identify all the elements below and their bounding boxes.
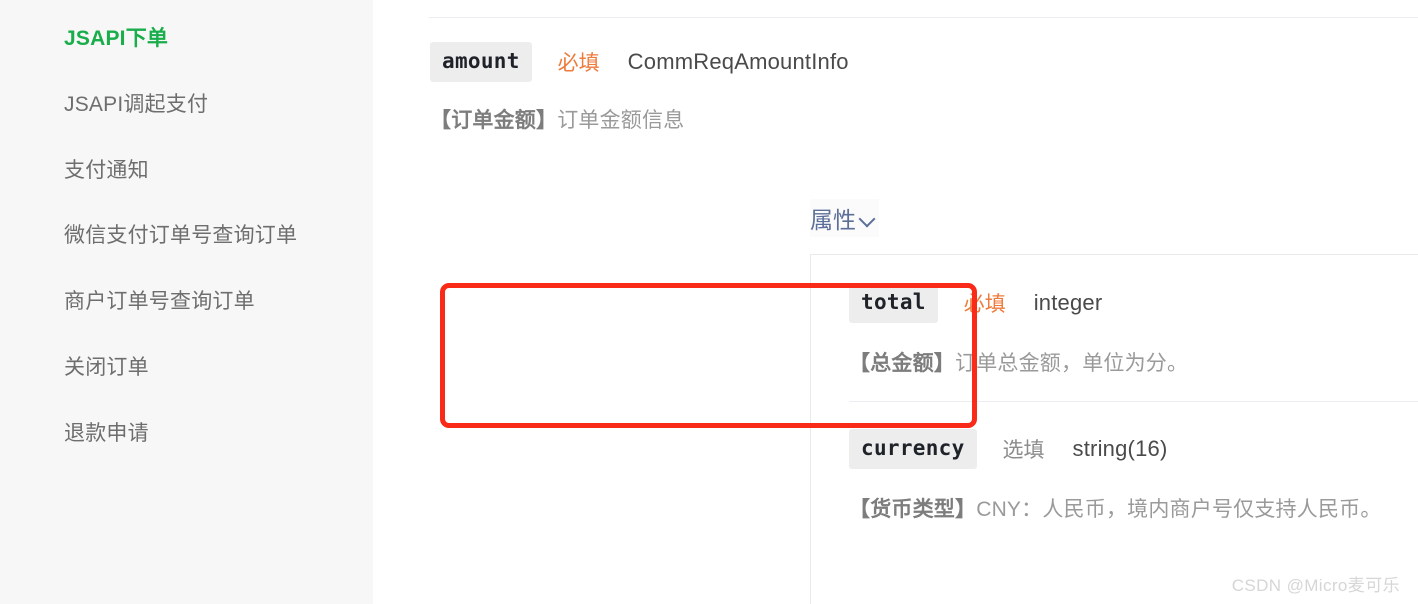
attribute-currency-desc-text: CNY：人民币，境内商户号仅支持人民币。 bbox=[976, 498, 1382, 521]
attribute-total-description: 【总金额】订单总金额，单位为分。 bbox=[849, 347, 1418, 377]
attribute-currency-header: currency 选填 string(16) bbox=[849, 429, 1418, 469]
sidebar-nav-list: JSAPI下单 JSAPI调起支付 支付通知 微信支付订单号查询订单 商户订单号… bbox=[0, 24, 373, 449]
attribute-currency-name: currency bbox=[849, 429, 977, 469]
sidebar-item-close-order[interactable]: 关闭订单 bbox=[0, 353, 373, 383]
attribute-row-total: total 必填 integer 【总金额】订单总金额，单位为分。 bbox=[811, 255, 1418, 401]
documentation-page: JSAPI下单 JSAPI调起支付 支付通知 微信支付订单号查询订单 商户订单号… bbox=[0, 0, 1418, 604]
attribute-total-desc-label: 【总金额】 bbox=[849, 352, 955, 375]
chevron-down-icon bbox=[860, 211, 875, 226]
attribute-total-name: total bbox=[849, 283, 938, 323]
field-amount-desc-label: 【订单金额】 bbox=[430, 109, 558, 132]
attributes-toggle-label: 属性 bbox=[810, 207, 856, 233]
sidebar-item-refund-apply[interactable]: 退款申请 bbox=[0, 419, 373, 449]
attribute-currency-type: string(16) bbox=[1072, 436, 1168, 461]
attribute-row-currency: currency 选填 string(16) 【货币类型】CNY：人民币，境内商… bbox=[811, 401, 1418, 547]
field-amount-description: 【订单金额】订单金额信息 bbox=[430, 104, 1418, 134]
attribute-currency-required-badge: 选填 bbox=[1002, 439, 1045, 462]
attributes-panel: total 必填 integer 【总金额】订单总金额，单位为分。 curren… bbox=[810, 254, 1418, 604]
field-amount-desc-text: 订单金额信息 bbox=[557, 109, 685, 132]
field-amount: amount 必填 CommReqAmountInfo 【订单金额】订单金额信息 bbox=[430, 42, 1418, 134]
field-amount-header: amount 必填 CommReqAmountInfo bbox=[430, 42, 1418, 82]
sidebar-item-pay-notify[interactable]: 支付通知 bbox=[0, 156, 373, 186]
attribute-total-type: integer bbox=[1033, 290, 1103, 315]
sidebar-nav: JSAPI下单 JSAPI调起支付 支付通知 微信支付订单号查询订单 商户订单号… bbox=[0, 0, 373, 604]
sidebar-item-jsapi-invoke-pay[interactable]: JSAPI调起支付 bbox=[0, 90, 373, 120]
attribute-total-desc-text: 订单总金额，单位为分。 bbox=[955, 352, 1189, 375]
attribute-total-required-badge: 必填 bbox=[963, 293, 1006, 316]
field-amount-name: amount bbox=[430, 42, 532, 82]
field-amount-required-badge: 必填 bbox=[557, 52, 600, 75]
sidebar-item-jsapi-order[interactable]: JSAPI下单 bbox=[0, 24, 373, 54]
field-amount-type: CommReqAmountInfo bbox=[627, 49, 849, 74]
attributes-toggle[interactable]: 属性 bbox=[810, 199, 879, 237]
sidebar-item-query-by-wx-order-no[interactable]: 微信支付订单号查询订单 bbox=[0, 221, 373, 251]
attribute-currency-description: 【货币类型】CNY：人民币，境内商户号仅支持人民币。 bbox=[849, 493, 1418, 523]
sidebar-item-query-by-merchant-order-no[interactable]: 商户订单号查询订单 bbox=[0, 287, 373, 317]
main-content: amount 必填 CommReqAmountInfo 【订单金额】订单金额信息… bbox=[373, 0, 1418, 604]
watermark: CSDN @Micro麦可乐 bbox=[1231, 576, 1400, 595]
attribute-currency-desc-label: 【货币类型】 bbox=[849, 498, 977, 521]
attribute-total-header: total 必填 integer bbox=[849, 283, 1418, 323]
content-top-divider bbox=[429, 17, 1418, 18]
